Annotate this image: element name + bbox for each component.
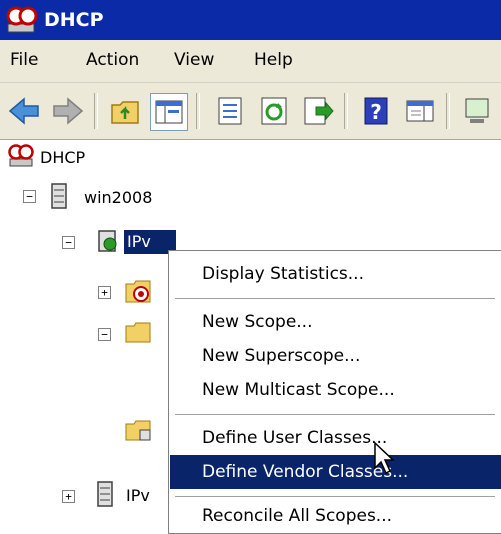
window-title: DHCP [44,9,104,31]
collapse-toggle[interactable]: − [23,190,36,203]
collapse-toggle[interactable]: − [62,236,75,249]
help-icon[interactable]: ? [358,93,394,129]
menu-item-define-vendor-classes[interactable]: Define Vendor Classes... [170,455,501,489]
menu-separator [175,496,495,498]
properties-icon[interactable] [212,93,248,129]
menu-item-new-scope[interactable]: New Scope... [170,305,501,339]
server-console-icon[interactable] [460,93,496,129]
menu-item-define-user-classes[interactable]: Define User Classes... [170,421,501,455]
menu-item-new-multicast-scope[interactable]: New Multicast Scope... [170,373,501,407]
tree-node-server[interactable]: win2008 [84,188,152,207]
toolbar-separator [344,93,348,129]
menu-item-reconcile-all-scopes[interactable]: Reconcile All Scopes... [170,499,501,533]
folder-icon [125,420,151,441]
menu-file[interactable]: File [10,50,38,70]
context-menu: Display Statistics... New Scope... New S… [168,250,501,534]
forward-arrow-icon[interactable] [50,93,86,129]
menu-separator [175,414,495,416]
server-icon [51,183,67,209]
export-list-icon[interactable] [300,93,336,129]
up-folder-icon[interactable] [108,93,144,129]
mouse-cursor-icon [374,442,395,475]
tree-node-dhcp[interactable]: DHCP [40,148,85,167]
show-hide-tree-icon[interactable] [150,93,188,131]
collapse-toggle[interactable]: − [98,328,111,341]
action-pane-icon[interactable] [402,93,438,129]
refresh-icon[interactable] [256,93,292,129]
folder-icon [125,322,151,343]
title-bar[interactable]: DHCP [0,0,501,40]
dhcp-root-icon [8,144,34,167]
tree-node-ipv4-label: IPv [127,232,151,251]
server-icon [97,481,113,507]
expand-toggle[interactable]: + [98,286,111,299]
ipv4-icon [98,230,117,252]
menu-separator [175,298,495,300]
scope-folder-icon [125,280,151,303]
menu-item-display-statistics[interactable]: Display Statistics... [170,257,501,291]
menu-action[interactable]: Action [86,50,139,70]
tree-node-ipv6[interactable]: IPv [126,486,150,505]
menu-help[interactable]: Help [254,50,293,70]
menu-item-new-superscope[interactable]: New Superscope... [170,339,501,373]
toolbar-separator [94,93,98,129]
toolbar-separator [196,93,200,129]
toolbar-separator [446,93,450,129]
dhcp-app-icon [6,6,38,33]
toolbar: ? [0,83,501,140]
menu-bar: File Action View Help [0,40,501,83]
back-arrow-icon[interactable] [6,93,42,129]
svg-text:?: ? [370,100,382,124]
expand-toggle[interactable]: + [62,490,75,503]
menu-view[interactable]: View [174,50,214,70]
